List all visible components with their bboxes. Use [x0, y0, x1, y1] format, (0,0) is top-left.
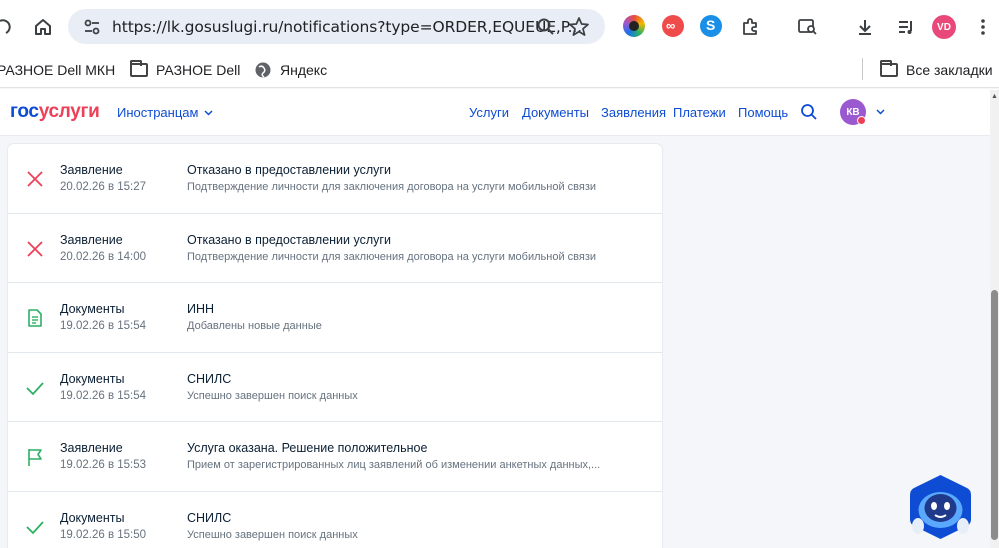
item-title: ИНН [187, 302, 215, 316]
folder-icon [880, 60, 898, 77]
bookmarks-bar: РАЗНОЕ Dell МКН РАЗНОЕ Dell Яндекс Все з… [0, 52, 999, 88]
item-category: Заявление [60, 163, 123, 177]
gosuslugi-logo[interactable]: госуслуги [10, 101, 100, 123]
all-bookmarks-button[interactable]: Все закладки [880, 60, 993, 80]
item-category: Заявление [60, 441, 123, 455]
list-item[interactable]: Документы 19.02.26 в 15:50 СНИЛС Успешно… [8, 492, 662, 548]
search-in-page-icon[interactable] [535, 16, 557, 38]
nav-help[interactable]: Помощь [738, 105, 788, 120]
item-description: Подтверждение личности для заключения до… [187, 181, 597, 193]
bookmark-label: РАЗНОЕ Dell [156, 62, 241, 78]
downloads-icon[interactable] [852, 14, 878, 40]
item-title: Отказано в предоставлении услуги [187, 163, 391, 177]
nav-applications[interactable]: Заявления [601, 105, 666, 120]
logo-part-gos: гос [10, 101, 39, 122]
item-date: 19.02.26 в 15:54 [60, 320, 147, 332]
search-icon[interactable] [800, 103, 818, 121]
bookmark-label: РАЗНОЕ Dell МКН [0, 62, 116, 78]
foreigners-label: Иностранцам [117, 105, 199, 120]
item-date: 20.02.26 в 15:27 [60, 181, 147, 193]
tab-search-icon[interactable] [795, 14, 821, 40]
item-date: 20.02.26 в 14:00 [60, 250, 147, 263]
folder-icon [130, 60, 148, 77]
list-item[interactable]: Заявление 20.02.26 в 15:27 Отказано в пр… [8, 144, 662, 214]
home-icon[interactable] [30, 14, 56, 40]
bookmark-folder[interactable]: РАЗНОЕ Dell [130, 60, 240, 80]
site-settings-icon[interactable] [82, 17, 102, 37]
site-header: госуслуги Иностранцам Услуги Документы З… [0, 89, 999, 136]
infinity-extension-icon[interactable]: ∞ [662, 15, 684, 37]
notifications-list: Заявление 20.02.26 в 15:27 Отказано в пр… [8, 144, 662, 548]
url-text[interactable]: https://lk.gosuslugi.ru/notifications?ty… [112, 18, 582, 36]
x-icon [27, 171, 43, 187]
browser-menu-icon[interactable] [970, 14, 996, 40]
nav-services[interactable]: Услуги [469, 105, 509, 120]
all-bookmarks-label: Все закладки [906, 62, 993, 78]
list-item[interactable]: Заявление 19.02.26 в 15:53 Услуга оказан… [8, 422, 662, 492]
item-date: 19.02.26 в 15:50 [60, 528, 147, 541]
item-description: Добавлены новые данные [187, 320, 322, 332]
chevron-down-icon [204, 109, 213, 116]
nav-documents[interactable]: Документы [522, 105, 589, 120]
extensions-puzzle-icon[interactable] [737, 14, 763, 40]
globe-icon [255, 62, 271, 78]
color-picker-extension-icon[interactable] [623, 15, 645, 37]
bookmark-item[interactable]: Яндекс [254, 60, 327, 80]
item-description: Успешно завершен поиск данных [187, 389, 358, 402]
reload-icon[interactable] [0, 14, 12, 40]
list-item[interactable]: Документы 19.02.26 в 15:54 ИНН Добавлены… [8, 283, 662, 353]
logo-part-uslugi: услуги [38, 101, 100, 122]
list-item[interactable]: Заявление 20.02.26 в 14:00 Отказано в пр… [8, 214, 662, 283]
bookmarks-divider [862, 58, 863, 80]
document-icon [28, 309, 42, 327]
notification-dot [857, 116, 866, 125]
item-title: СНИЛС [187, 371, 232, 386]
browser-profile-avatar[interactable]: VD [932, 15, 956, 39]
foreigners-dropdown[interactable]: Иностранцам [117, 105, 213, 120]
item-category: Документы [60, 371, 125, 386]
item-category: Документы [60, 510, 125, 525]
item-description: Успешно завершен поиск данных [187, 528, 358, 541]
item-category: Заявление [60, 232, 123, 247]
check-icon [26, 520, 44, 534]
scroll-up-arrow[interactable]: ▲ [991, 93, 998, 100]
robot-assistant-icon[interactable] [909, 474, 972, 540]
item-title: СНИЛС [187, 510, 232, 525]
item-date: 19.02.26 в 15:53 [60, 459, 147, 471]
scrollbar-thumb[interactable] [991, 290, 998, 540]
address-bar[interactable]: https://lk.gosuslugi.ru/notifications?ty… [68, 9, 605, 44]
item-category: Документы [60, 302, 125, 316]
browser-toolbar: https://lk.gosuslugi.ru/notifications?ty… [0, 0, 999, 52]
nav-payments[interactable]: Платежи [673, 105, 726, 120]
x-icon [27, 240, 43, 257]
list-item[interactable]: Документы 19.02.26 в 15:54 СНИЛС Успешно… [8, 353, 662, 422]
item-title: Услуга оказана. Решение положительное [187, 441, 428, 455]
chevron-down-icon[interactable] [876, 109, 885, 115]
shazam-extension-icon[interactable]: S [700, 15, 722, 37]
check-icon [26, 381, 44, 395]
bookmark-item[interactable]: РАЗНОЕ Dell МКН [0, 60, 115, 80]
item-date: 19.02.26 в 15:54 [60, 389, 147, 402]
item-title: Отказано в предоставлении услуги [187, 232, 391, 247]
item-description: Подтверждение личности для заключения до… [187, 250, 597, 263]
bookmark-label: Яндекс [280, 62, 328, 78]
bookmark-star-icon[interactable] [568, 16, 590, 38]
media-control-icon[interactable] [893, 14, 919, 40]
flag-icon [28, 449, 42, 466]
item-description: Прием от зарегистрированных лиц заявлени… [187, 459, 601, 471]
